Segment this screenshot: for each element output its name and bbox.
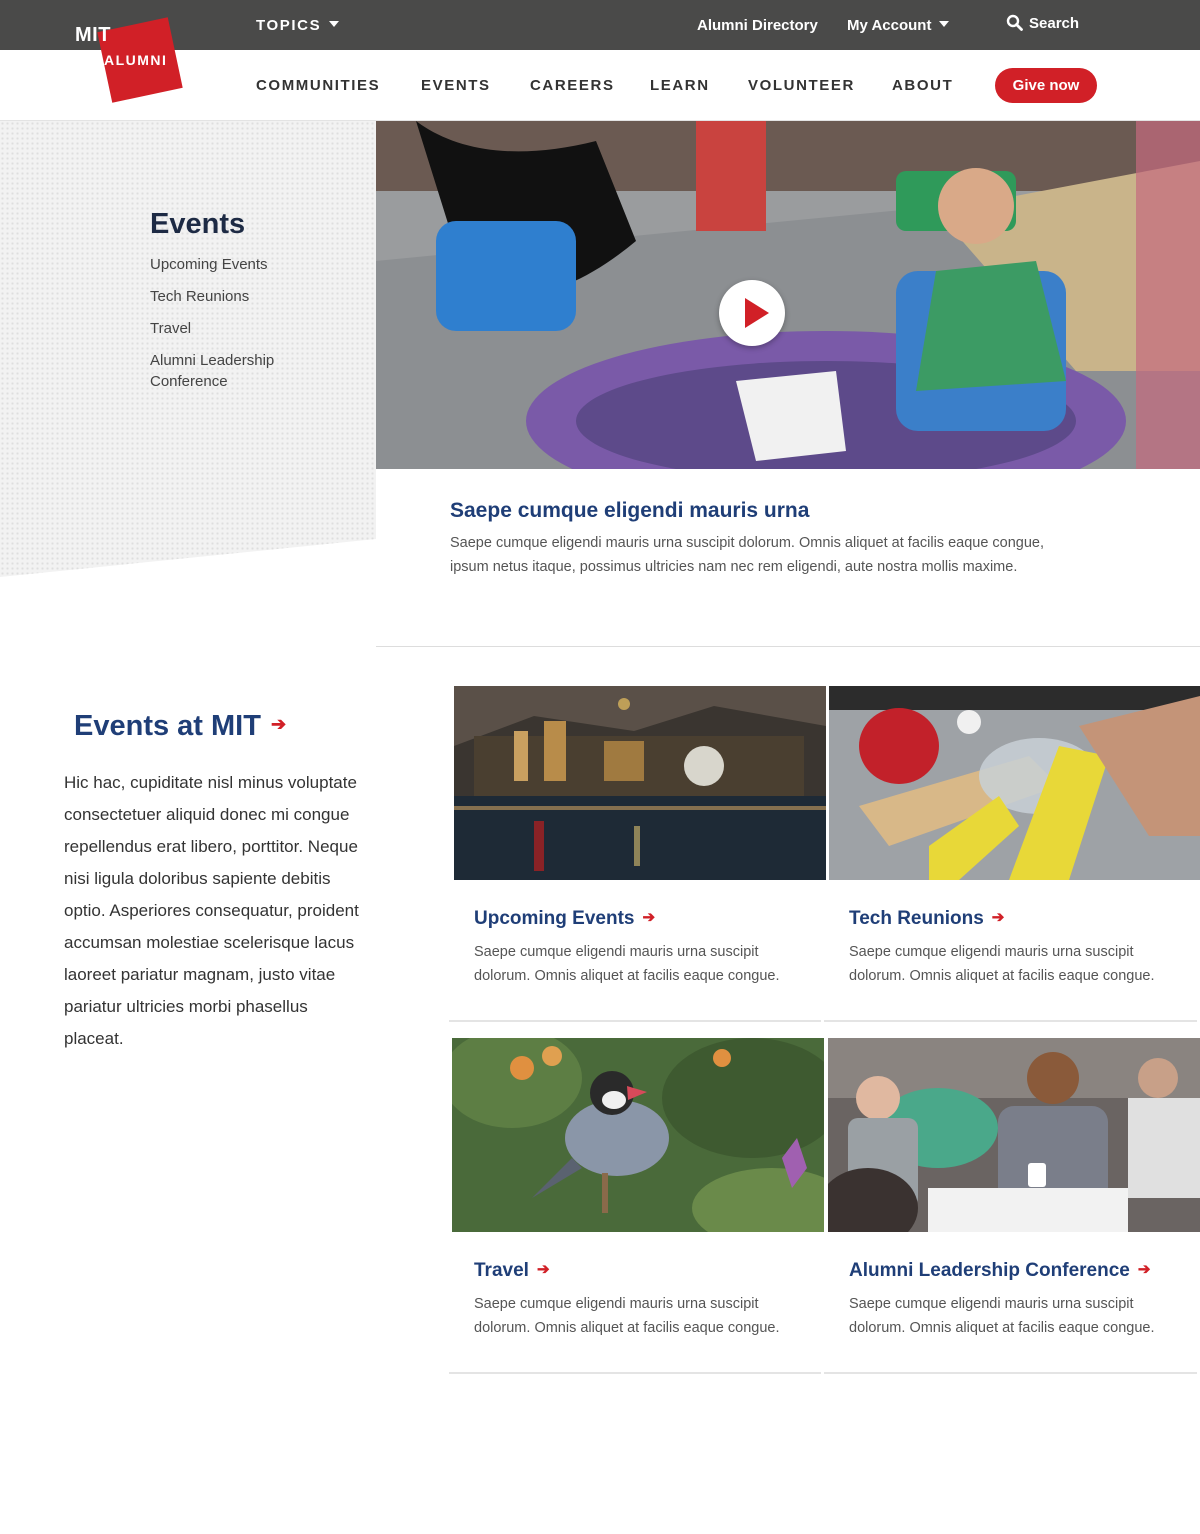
arrow-right-icon: ➔ <box>1137 1260 1151 1278</box>
divider <box>824 1372 1197 1374</box>
sidebar-link-tech-reunions[interactable]: Tech Reunions <box>150 286 330 307</box>
give-now-button[interactable]: Give now <box>995 68 1097 103</box>
nav-communities[interactable]: COMMUNITIES <box>256 77 380 94</box>
card-image-tech-reunions[interactable] <box>829 686 1200 880</box>
divider <box>376 646 1200 647</box>
card-title-label: Upcoming Events <box>474 908 635 929</box>
my-account-menu[interactable]: My Account <box>847 17 950 34</box>
sidebar-title: Events <box>150 208 246 240</box>
sidebar-link-travel[interactable]: Travel <box>150 318 330 339</box>
search-button[interactable]: Search <box>1006 14 1080 33</box>
play-icon[interactable] <box>719 280 785 346</box>
card-title-travel[interactable]: Travel ➔ <box>474 1260 550 1282</box>
card-image-travel[interactable] <box>452 1038 824 1232</box>
card-title-tech-reunions[interactable]: Tech Reunions ➔ <box>849 908 1004 930</box>
card-title-upcoming-events[interactable]: Upcoming Events ➔ <box>474 908 655 930</box>
events-intro-text: Hic hac, cupiditate nisl minus voluptate… <box>64 773 359 1048</box>
arrow-right-icon: ➔ <box>991 908 1005 926</box>
sidebar-link-alumni-leadership-conference[interactable]: Alumni Leadership Conference <box>150 350 300 392</box>
city-night-photo <box>454 686 826 880</box>
card-description-alumni-leadership-conference: Saepe cumque eligendi mauris urna suscip… <box>849 1296 1155 1336</box>
reunion-table-photo <box>829 686 1200 880</box>
bird-photo <box>452 1038 824 1232</box>
logo-text-alumni: ALUMNI <box>104 52 168 68</box>
topics-label: TOPICS <box>256 17 322 34</box>
card-description-upcoming-events: Saepe cumque eligendi mauris urna suscip… <box>474 944 780 984</box>
card-description-tech-reunions: Saepe cumque eligendi mauris urna suscip… <box>849 944 1155 984</box>
search-label: Search <box>1029 15 1080 32</box>
topics-menu[interactable]: TOPICS <box>256 17 340 34</box>
nav-events[interactable]: EVENTS <box>421 77 491 94</box>
logo-text-mit: MIT <box>75 24 111 46</box>
alumni-directory-link[interactable]: Alumni Directory <box>697 17 818 34</box>
conference-photo <box>828 1038 1200 1232</box>
card-title-alumni-leadership-conference[interactable]: Alumni Leadership Conference ➔ <box>849 1260 1150 1282</box>
hero-video[interactable] <box>376 121 1200 469</box>
card-title-label: Tech Reunions <box>849 908 984 929</box>
card-image-alumni-leadership-conference[interactable] <box>828 1038 1200 1232</box>
nav-volunteer[interactable]: VOLUNTEER <box>748 77 855 94</box>
chevron-down-icon <box>329 21 340 28</box>
divider <box>449 1372 821 1374</box>
nav-learn[interactable]: LEARN <box>650 77 710 94</box>
my-account-label: My Account <box>847 17 932 34</box>
events-at-mit-heading[interactable]: Events at MIT ➔ <box>74 710 286 743</box>
nav-about[interactable]: ABOUT <box>892 77 953 94</box>
search-icon <box>1006 14 1023 31</box>
mit-alumni-logo[interactable]: MIT ALUMNI <box>70 17 190 104</box>
arrow-right-icon: ➔ <box>536 1260 550 1278</box>
hero-photo <box>376 121 1200 469</box>
chevron-down-icon <box>939 21 950 28</box>
card-description-travel: Saepe cumque eligendi mauris urna suscip… <box>474 1296 780 1336</box>
hero-description: Saepe cumque eligendi mauris urna suscip… <box>450 535 1045 575</box>
divider <box>449 1020 821 1022</box>
card-title-label: Travel <box>474 1260 529 1281</box>
card-image-upcoming-events[interactable] <box>454 686 826 880</box>
nav-careers[interactable]: CAREERS <box>530 77 615 94</box>
card-title-label: Alumni Leadership Conference <box>849 1260 1130 1281</box>
hero-title[interactable]: Saepe cumque eligendi mauris urna <box>450 499 809 523</box>
arrow-right-icon: ➔ <box>270 713 287 734</box>
events-at-mit-label: Events at MIT <box>74 710 261 742</box>
divider <box>824 1020 1197 1022</box>
arrow-right-icon: ➔ <box>642 908 656 926</box>
sidebar-link-upcoming-events[interactable]: Upcoming Events <box>150 254 330 275</box>
